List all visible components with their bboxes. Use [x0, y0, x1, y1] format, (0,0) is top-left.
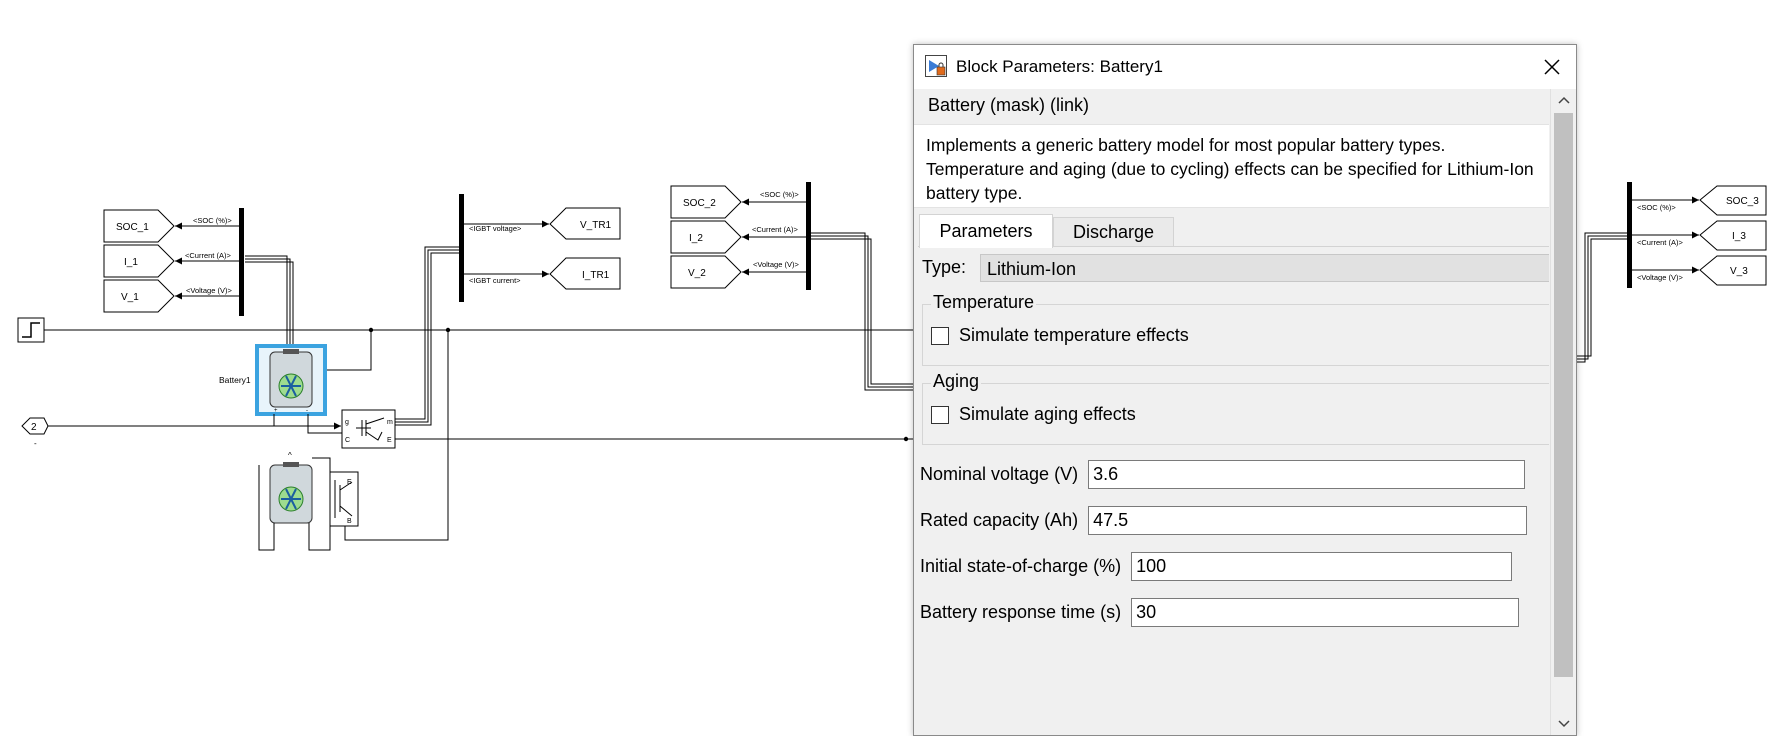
- goto-tag-v-tr1-label: V_TR1: [580, 220, 612, 231]
- initial-soc-input[interactable]: 100: [1131, 551, 1513, 581]
- block-parameters-dialog[interactable]: Block Parameters: Battery1 Battery (mask…: [913, 44, 1577, 736]
- goto-tag-i-2-label: I_2: [689, 233, 703, 244]
- parameters-panel: Type: Lithium-Ion Temperature Simulate t…: [918, 246, 1549, 735]
- dialog-titlebar[interactable]: Block Parameters: Battery1: [914, 45, 1576, 89]
- inport-2[interactable]: 2 -: [21, 417, 49, 448]
- scroll-up-button[interactable]: [1551, 89, 1576, 111]
- aging-group: Aging Simulate aging effects: [922, 371, 1549, 445]
- bus-selector-3[interactable]: [1627, 182, 1632, 288]
- mask-heading: Battery (mask) (link): [928, 95, 1090, 115]
- signal-label-current-2: <Current (A)>: [752, 225, 798, 234]
- signal-label-current-3: <Current (A)>: [1637, 238, 1683, 247]
- aging-group-title: Aging: [931, 371, 982, 392]
- signal-label-voltage-2: <Voltage (V)>: [753, 260, 799, 269]
- igbt1-block[interactable]: g m C E: [341, 409, 396, 449]
- battery1-block[interactable]: + -: [255, 344, 327, 416]
- svg-text:+: +: [274, 408, 278, 414]
- tab-bar: Parameters Discharge: [914, 214, 1549, 248]
- nominal-voltage-label: Nominal voltage (V): [920, 463, 1079, 484]
- initial-soc-label: Initial state-of-charge (%): [920, 555, 1122, 576]
- signal-label-igbt-current: <IGBT current>: [469, 276, 521, 285]
- description-panel: Implements a generic battery model for m…: [914, 124, 1549, 208]
- type-select[interactable]: Lithium-Ion: [980, 254, 1549, 282]
- goto-tag-v-3[interactable]: V_3: [1699, 255, 1767, 286]
- step-block[interactable]: [17, 317, 45, 343]
- inport-2-number: 2: [31, 422, 37, 433]
- nominal-voltage-input[interactable]: 3.6: [1088, 459, 1526, 489]
- igbt2-block[interactable]: E B: [329, 471, 359, 527]
- goto-tag-i-3-label: I_3: [1732, 231, 1746, 242]
- igbt1-port-m: m: [387, 419, 393, 426]
- igbt1-port-c: C: [345, 437, 350, 444]
- goto-tag-i-3[interactable]: I_3: [1699, 220, 1767, 251]
- dialog-title: Block Parameters: Battery1: [956, 57, 1163, 76]
- svg-text:E: E: [347, 479, 352, 486]
- chevron-up-icon: [1557, 96, 1570, 104]
- aging-checkbox-row[interactable]: Simulate aging effects: [931, 404, 1136, 425]
- temperature-checkbox[interactable]: [931, 326, 949, 345]
- response-time-input[interactable]: 30: [1131, 597, 1520, 627]
- bus-selector-2[interactable]: [806, 182, 811, 290]
- igbt1-port-e: E: [387, 437, 392, 444]
- temperature-checkbox-label: Simulate temperature effects: [959, 325, 1189, 345]
- signal-label-igbt-voltage: <IGBT voltage>: [469, 224, 522, 233]
- rated-capacity-label: Rated capacity (Ah): [920, 509, 1079, 530]
- tab-discharge[interactable]: Discharge: [1053, 217, 1174, 247]
- signal-label-voltage-3: <Voltage (V)>: [1637, 273, 1683, 282]
- goto-tag-soc-2-label: SOC_2: [683, 198, 716, 209]
- rated-capacity-row: Rated capacity (Ah) 47.5: [920, 505, 1528, 535]
- goto-tag-v-2-label: V_2: [688, 268, 706, 279]
- goto-tag-v-1[interactable]: V_1: [103, 279, 175, 313]
- svg-text:-: -: [306, 408, 308, 414]
- temperature-group-title: Temperature: [931, 292, 1037, 313]
- goto-tag-soc-3[interactable]: SOC_3: [1699, 185, 1767, 216]
- goto-tag-i-tr1-label: I_TR1: [582, 270, 610, 281]
- simulink-app-icon: [925, 55, 947, 77]
- goto-tag-i-tr1[interactable]: I_TR1: [549, 257, 621, 290]
- goto-tag-soc-1-label: SOC_1: [116, 222, 149, 233]
- chevron-down-icon: [1557, 720, 1570, 728]
- signal-label-soc-3: <SOC (%)>: [1637, 203, 1676, 212]
- vertical-scrollbar[interactable]: [1550, 89, 1576, 735]
- temperature-checkbox-row[interactable]: Simulate temperature effects: [931, 325, 1189, 346]
- aging-checkbox-label: Simulate aging effects: [959, 404, 1136, 424]
- goto-tag-v-1-label: V_1: [121, 292, 139, 303]
- svg-text:-: -: [34, 439, 37, 448]
- goto-tag-soc-2[interactable]: SOC_2: [670, 185, 742, 219]
- scroll-thumb[interactable]: [1554, 113, 1573, 677]
- response-time-row: Battery response time (s) 30: [920, 597, 1520, 627]
- type-label: Type:: [922, 257, 967, 277]
- goto-tag-i-1-label: I_1: [124, 257, 138, 268]
- description-text: Implements a generic battery model for m…: [926, 135, 1534, 203]
- svg-text:B: B: [347, 518, 352, 525]
- battery1-label: Battery1: [219, 375, 251, 385]
- svg-text:^: ^: [288, 451, 292, 460]
- goto-tag-soc-3-label: SOC_3: [1726, 196, 1759, 207]
- aging-checkbox[interactable]: [931, 405, 949, 424]
- goto-tag-i-2[interactable]: I_2: [670, 220, 742, 254]
- signal-label-soc-1: <SOC (%)>: [193, 216, 232, 225]
- temperature-group: Temperature Simulate temperature effects: [922, 292, 1549, 366]
- nominal-voltage-row: Nominal voltage (V) 3.6: [920, 459, 1526, 489]
- rated-capacity-input[interactable]: 47.5: [1088, 505, 1528, 535]
- goto-tag-v-3-label: V_3: [1730, 266, 1748, 277]
- goto-tag-v-tr1[interactable]: V_TR1: [549, 207, 621, 240]
- signal-label-voltage-1: <Voltage (V)>: [186, 286, 232, 295]
- bus-selector-igbt[interactable]: [459, 194, 464, 302]
- close-icon: [1544, 59, 1560, 75]
- bus-selector-1[interactable]: [239, 208, 244, 316]
- battery2-block[interactable]: ^: [269, 451, 313, 524]
- initial-soc-row: Initial state-of-charge (%) 100: [920, 551, 1513, 581]
- goto-tag-soc-1[interactable]: SOC_1: [103, 209, 175, 243]
- tab-parameters[interactable]: Parameters: [919, 214, 1053, 248]
- dialog-content: Battery (mask) (link) Implements a gener…: [914, 89, 1549, 735]
- goto-tag-v-2[interactable]: V_2: [670, 255, 742, 289]
- signal-label-soc-2: <SOC (%)>: [760, 190, 799, 199]
- close-button[interactable]: [1534, 49, 1570, 85]
- response-time-label: Battery response time (s): [920, 601, 1122, 622]
- goto-tag-i-1[interactable]: I_1: [103, 244, 175, 278]
- igbt1-port-g: g: [345, 419, 349, 426]
- scroll-down-button[interactable]: [1551, 713, 1576, 735]
- signal-label-current-1: <Current (A)>: [185, 251, 231, 260]
